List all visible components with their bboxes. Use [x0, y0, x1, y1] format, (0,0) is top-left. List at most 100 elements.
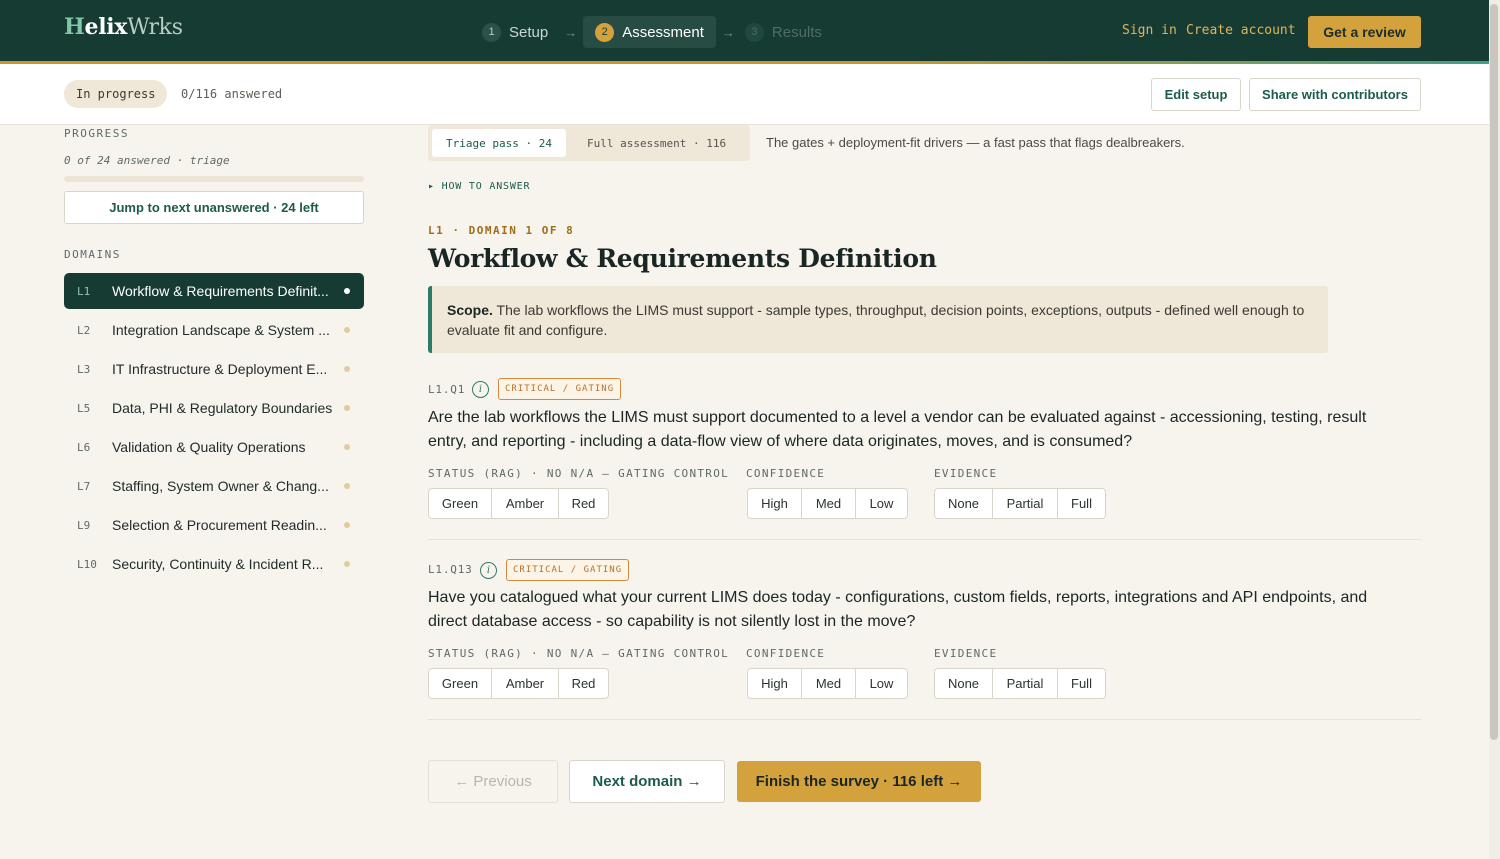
- domain-meta: L1 · DOMAIN 1 OF 8: [428, 224, 575, 237]
- page-title: Workflow & Requirements Definition: [428, 244, 937, 273]
- get-review-button[interactable]: Get a review: [1308, 16, 1421, 48]
- status-option-green[interactable]: Green: [429, 669, 492, 698]
- status-field-label: STATUS (RAG) · NO N/A — GATING CONTROL: [428, 647, 730, 660]
- next-domain-button[interactable]: Next domain →: [569, 760, 725, 803]
- status-dot-icon: [344, 444, 350, 450]
- arrow-right-icon: →: [721, 24, 735, 40]
- critical-gating-badge: CRITICAL / GATING: [506, 559, 630, 581]
- mode-description: The gates + deployment-fit drivers — a f…: [766, 135, 1185, 150]
- scope-text: The lab workflows the LIMS must support …: [447, 302, 1305, 338]
- finish-survey-button[interactable]: Finish the survey · 116 left →: [737, 761, 981, 802]
- step-assessment[interactable]: 2 Assessment: [583, 16, 716, 48]
- domain-name: IT Infrastructure & Deployment E...: [112, 361, 328, 377]
- jump-next-unanswered-button[interactable]: Jump to next unanswered · 24 left: [64, 191, 364, 224]
- scrollbar-thumb[interactable]: [1490, 4, 1498, 740]
- domain-code: L5: [77, 401, 91, 415]
- info-icon[interactable]: i: [472, 381, 489, 398]
- domain-name: Staffing, System Owner & Chang...: [112, 478, 329, 494]
- evidence-field-label: EVIDENCE: [934, 647, 998, 660]
- edit-setup-button[interactable]: Edit setup: [1151, 78, 1241, 111]
- evidence-option-none[interactable]: None: [935, 669, 993, 698]
- domain-name: Data, PHI & Regulatory Boundaries: [112, 400, 333, 416]
- domains-heading: DOMAINS: [64, 248, 121, 261]
- status-bar: In progress 0/116 answered Edit setup Sh…: [0, 64, 1500, 125]
- step-results[interactable]: 3 Results: [741, 16, 832, 48]
- share-contributors-button[interactable]: Share with contributors: [1249, 78, 1421, 111]
- progress-bar: [64, 176, 364, 182]
- answered-count: 0/116 answered: [181, 87, 283, 101]
- domain-name: Integration Landscape & System ...: [112, 322, 330, 338]
- evidence-option-full[interactable]: Full: [1058, 489, 1105, 518]
- status-field-label: STATUS (RAG) · NO N/A — GATING CONTROL: [428, 467, 730, 480]
- status-option-amber[interactable]: Amber: [492, 489, 559, 518]
- status-option-green[interactable]: Green: [429, 489, 492, 518]
- domain-name: Selection & Procurement Readin...: [112, 517, 327, 533]
- step-number: 1: [482, 22, 501, 42]
- sidebar-item-domain-l1[interactable]: L1 Workflow & Requirements Definit...: [64, 273, 364, 309]
- confidence-field-label: CONFIDENCE: [746, 647, 826, 660]
- create-account-link[interactable]: Create account: [1186, 23, 1296, 38]
- evidence-option-none[interactable]: None: [935, 489, 993, 518]
- confidence-option-med[interactable]: Med: [802, 489, 856, 518]
- logo-initial: H: [64, 14, 85, 40]
- domain-code: L1: [77, 284, 91, 298]
- evidence-field-label: EVIDENCE: [934, 467, 998, 480]
- domain-code: L10: [77, 557, 97, 571]
- sidebar-item-domain-l10[interactable]: L10 Security, Continuity & Incident R...: [64, 546, 364, 582]
- how-to-answer-toggle[interactable]: ▸ HOW TO ANSWER: [428, 181, 530, 192]
- question-divider: [428, 539, 1421, 540]
- step-label: Results: [771, 23, 822, 41]
- status-dot-icon: [344, 288, 350, 294]
- evidence-option-full[interactable]: Full: [1058, 669, 1105, 698]
- evidence-option-partial[interactable]: Partial: [993, 489, 1058, 518]
- step-setup[interactable]: 1 Setup: [478, 16, 558, 48]
- info-icon[interactable]: i: [480, 562, 497, 579]
- domain-name: Workflow & Requirements Definit...: [112, 283, 329, 299]
- step-number: 3: [744, 22, 764, 42]
- sidebar-item-domain-l2[interactable]: L2 Integration Landscape & System ...: [64, 312, 364, 348]
- confidence-option-low[interactable]: Low: [856, 489, 907, 518]
- critical-gating-badge: CRITICAL / GATING: [498, 378, 622, 400]
- previous-button[interactable]: ← Previous: [428, 760, 558, 803]
- step-label: Assessment: [622, 23, 704, 41]
- status-option-red[interactable]: Red: [559, 669, 608, 698]
- confidence-option-med[interactable]: Med: [802, 669, 856, 698]
- tab-full-assessment[interactable]: Full assessment · 116: [573, 129, 740, 157]
- sign-in-link[interactable]: Sign in: [1122, 23, 1177, 38]
- sidebar-item-domain-l3[interactable]: L3 IT Infrastructure & Deployment E...: [64, 351, 364, 387]
- evidence-selector: None Partial Full: [934, 668, 1106, 699]
- assessment-mode-toggle: Triage pass · 24 Full assessment · 116: [428, 125, 750, 161]
- domain-name: Security, Continuity & Incident R...: [112, 556, 324, 572]
- confidence-selector: High Med Low: [747, 488, 908, 519]
- status-option-red[interactable]: Red: [559, 489, 608, 518]
- scope-callout: Scope. The lab workflows the LIMS must s…: [428, 286, 1328, 353]
- domain-code: L9: [77, 518, 91, 532]
- logo-text-light: Wrks: [127, 15, 183, 40]
- confidence-selector: High Med Low: [747, 668, 908, 699]
- stepper: 1 Setup → 2 Assessment → 3 Results: [478, 16, 832, 48]
- status-dot-icon: [344, 366, 350, 372]
- status-option-amber[interactable]: Amber: [492, 669, 559, 698]
- evidence-option-partial[interactable]: Partial: [993, 669, 1058, 698]
- brand-logo[interactable]: HelixWrks: [64, 14, 183, 40]
- status-dot-icon: [344, 405, 350, 411]
- sidebar-item-domain-l9[interactable]: L9 Selection & Procurement Readin...: [64, 507, 364, 543]
- confidence-field-label: CONFIDENCE: [746, 467, 826, 480]
- domain-code: L6: [77, 440, 91, 454]
- confidence-option-high[interactable]: High: [748, 489, 802, 518]
- sidebar-item-domain-l5[interactable]: L5 Data, PHI & Regulatory Boundaries: [64, 390, 364, 426]
- sidebar-item-domain-l7[interactable]: L7 Staffing, System Owner & Chang...: [64, 468, 364, 504]
- status-dot-icon: [344, 522, 350, 528]
- step-label: Setup: [509, 23, 549, 41]
- question-divider: [428, 719, 1421, 720]
- step-number: 2: [595, 22, 615, 42]
- tab-triage-pass[interactable]: Triage pass · 24: [432, 129, 566, 157]
- domain-name: Validation & Quality Operations: [112, 439, 306, 455]
- arrow-right-icon: →: [564, 24, 578, 40]
- status-dot-icon: [344, 327, 350, 333]
- confidence-option-high[interactable]: High: [748, 669, 802, 698]
- confidence-option-low[interactable]: Low: [856, 669, 907, 698]
- status-badge: In progress: [64, 80, 168, 108]
- sidebar-item-domain-l6[interactable]: L6 Validation & Quality Operations: [64, 429, 364, 465]
- domain-code: L2: [77, 323, 91, 337]
